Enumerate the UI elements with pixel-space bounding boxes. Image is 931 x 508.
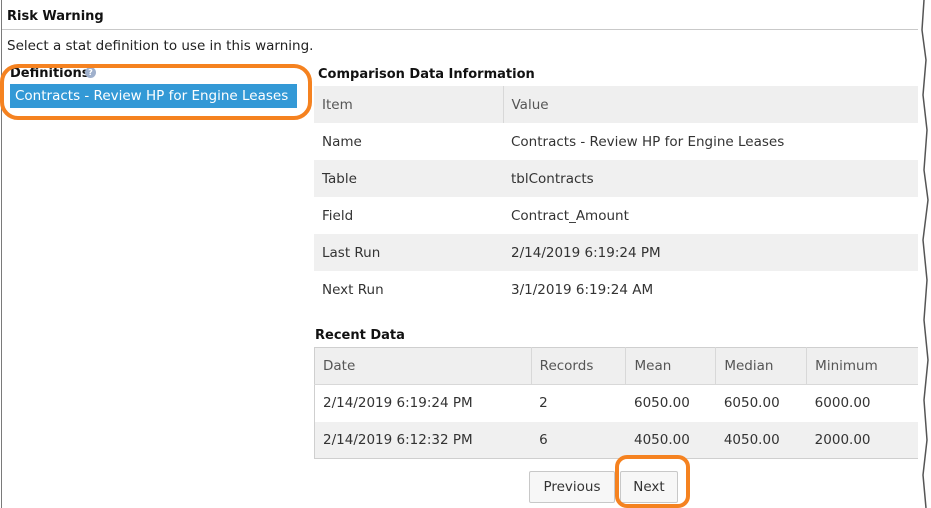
recent-data-table: Date Records Mean Median Minimum 2/14/20… [314, 347, 920, 459]
cell-value: 2/14/2019 6:19:24 PM [511, 244, 661, 261]
cell-records: 2 [539, 395, 548, 412]
title-bar: Risk Warning [2, 4, 920, 30]
cell-item: Name [322, 133, 362, 150]
highlight-oval-next [615, 455, 690, 508]
cell-item: Next Run [322, 281, 384, 298]
table-row: Table tblContracts [314, 160, 920, 197]
comparison-title: Comparison Data Information [318, 67, 535, 82]
table-header-row: Item Value [314, 86, 920, 123]
column-header-value: Value [503, 86, 920, 123]
column-header-records: Records [531, 347, 627, 385]
cell-value: Contracts - Review HP for Engine Leases [511, 133, 785, 150]
cell-value: Contract_Amount [511, 207, 629, 224]
table-header-row: Date Records Mean Median Minimum [314, 347, 920, 385]
table-row: Field Contract_Amount [314, 197, 920, 234]
torn-edge [918, 0, 931, 508]
table-row: 2/14/2019 6:12:32 PM 6 4050.00 4050.00 2… [314, 421, 920, 459]
instruction-text: Select a stat definition to use in this … [7, 38, 314, 54]
risk-warning-dialog: Risk Warning Select a stat definition to… [0, 0, 931, 508]
highlight-oval-definitions [0, 64, 312, 120]
cell-median: 4050.00 [723, 431, 780, 448]
cell-value: tblContracts [511, 170, 594, 187]
cell-median: 6050.00 [723, 395, 780, 412]
comparison-table: Item Value Name Contracts - Review HP fo… [314, 86, 920, 308]
table-row: Next Run 3/1/2019 6:19:24 AM [314, 271, 920, 308]
cell-minimum: 6000.00 [814, 395, 871, 412]
table-row: 2/14/2019 6:19:24 PM 2 6050.00 6050.00 6… [315, 385, 920, 422]
cell-mean: 4050.00 [633, 431, 690, 448]
table-row: Last Run 2/14/2019 6:19:24 PM [314, 234, 920, 271]
table-row: Name Contracts - Review HP for Engine Le… [314, 123, 920, 160]
column-header-minimum: Minimum [806, 347, 920, 385]
cell-date: 2/14/2019 6:12:32 PM [323, 431, 473, 448]
cell-minimum: 2000.00 [814, 431, 871, 448]
cell-records: 6 [539, 431, 548, 448]
cell-date: 2/14/2019 6:19:24 PM [323, 395, 473, 412]
column-header-mean: Mean [625, 347, 717, 385]
column-header-median: Median [715, 347, 808, 385]
dialog-title: Risk Warning [7, 9, 104, 24]
cell-value: 3/1/2019 6:19:24 AM [511, 281, 654, 298]
column-header-date: Date [314, 347, 532, 385]
previous-button[interactable]: Previous [529, 471, 615, 503]
cell-item: Table [322, 170, 357, 187]
recent-data-title: Recent Data [315, 328, 405, 343]
column-header-item: Item [314, 86, 504, 123]
cell-item: Last Run [322, 244, 381, 261]
cell-item: Field [322, 207, 354, 224]
cell-mean: 6050.00 [633, 395, 690, 412]
